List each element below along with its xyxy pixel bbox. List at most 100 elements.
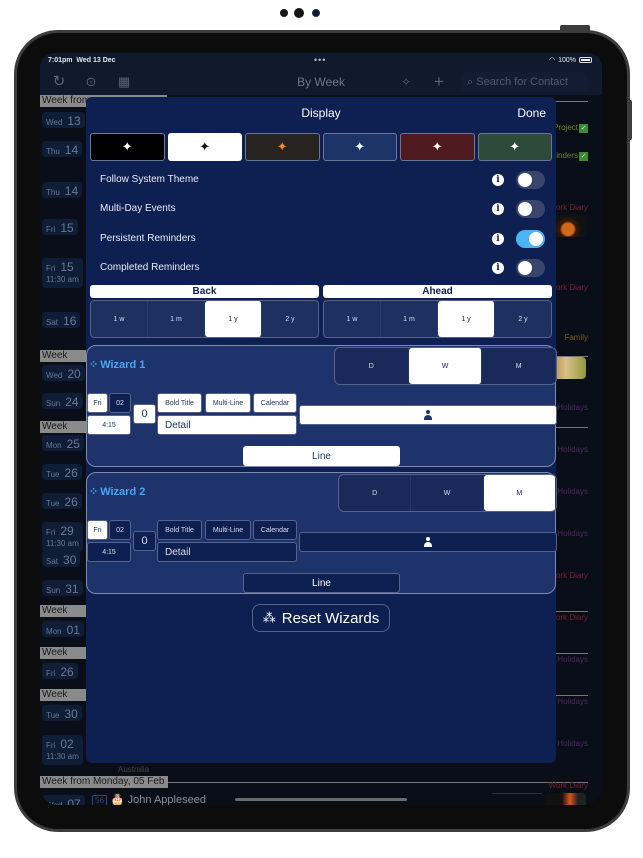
day-pill[interactable]: Tue 26 bbox=[42, 464, 82, 480]
bold-title-chip[interactable]: Bold Title bbox=[157, 393, 202, 413]
day-of-week: Tue bbox=[46, 470, 60, 479]
done-button[interactable]: Done bbox=[517, 106, 546, 120]
back-option[interactable]: 1 y bbox=[205, 301, 262, 337]
setting-toggle[interactable] bbox=[516, 259, 545, 277]
day-pill[interactable]: Tue 30 bbox=[42, 705, 82, 721]
theme-option-dark-brown[interactable]: ✦ bbox=[245, 133, 320, 161]
period-option[interactable]: D bbox=[339, 475, 412, 511]
day-of-week-chip[interactable]: Fri bbox=[87, 520, 108, 540]
event-time: 11:30 am bbox=[46, 275, 79, 284]
day-pill[interactable]: Sun 24 bbox=[42, 393, 83, 409]
period-option[interactable]: D bbox=[335, 348, 409, 384]
magic-wand-icon[interactable]: ✧ bbox=[397, 73, 415, 91]
reset-wizards-button[interactable]: ⁂ Reset Wizards bbox=[252, 604, 390, 632]
setting-toggle[interactable] bbox=[516, 230, 545, 248]
calendar-chip[interactable]: Calendar bbox=[253, 393, 297, 413]
ahead-option[interactable]: 2 y bbox=[495, 301, 551, 337]
day-pill[interactable]: Fri 29 11:30 am bbox=[42, 522, 83, 552]
setting-label: Persistent Reminders bbox=[100, 233, 196, 244]
back-option[interactable]: 1 w bbox=[91, 301, 148, 337]
day-number: 25 bbox=[66, 437, 80, 451]
multi-line-chip[interactable]: Multi-Line bbox=[205, 393, 251, 413]
count-chip[interactable]: 0 bbox=[133, 404, 156, 424]
plus-icon[interactable]: + bbox=[430, 73, 448, 91]
day-pill[interactable]: Mon 01 bbox=[42, 621, 84, 637]
info-icon[interactable]: i bbox=[492, 233, 504, 245]
back-option[interactable]: 1 m bbox=[148, 301, 205, 337]
setting-toggle[interactable] bbox=[516, 200, 545, 218]
multitasking-dots[interactable]: ••• bbox=[314, 55, 326, 65]
day-pill[interactable]: Fri 15 11:30 am bbox=[42, 258, 83, 288]
detail-chip[interactable]: Detail bbox=[157, 542, 297, 562]
day-of-week: Fri bbox=[46, 741, 56, 750]
day-pill[interactable]: Thu 14 bbox=[42, 182, 83, 198]
setting-toggle[interactable] bbox=[516, 171, 545, 189]
sparkle-star-icon: ✦ bbox=[354, 139, 366, 154]
day-pill[interactable]: Sat 30 bbox=[42, 551, 81, 567]
info-icon[interactable]: i bbox=[492, 262, 504, 274]
line-chip[interactable]: Line bbox=[243, 573, 400, 593]
setting-row: Completed Reminders i bbox=[100, 258, 546, 278]
theme-option-green[interactable]: ✦ bbox=[477, 133, 552, 161]
info-icon[interactable]: i bbox=[492, 203, 504, 215]
day-pill[interactable]: Fri 26 bbox=[42, 663, 78, 679]
week-header: Week from bbox=[40, 647, 86, 670]
ahead-option[interactable]: 1 w bbox=[324, 301, 381, 337]
theme-option-white[interactable]: ✦ bbox=[167, 133, 242, 161]
front-camera bbox=[280, 8, 326, 18]
day-pill[interactable]: Tue 26 bbox=[42, 493, 82, 509]
wizard-period-control: DWM bbox=[334, 347, 557, 385]
theme-option-black[interactable]: ✦ bbox=[90, 133, 165, 161]
count-chip[interactable]: 0 bbox=[133, 531, 156, 551]
day-pill[interactable]: Fri 02 11:30 am bbox=[42, 735, 83, 765]
detail-chip[interactable]: Detail bbox=[157, 415, 297, 435]
battery-icon bbox=[579, 57, 592, 63]
theme-option-blue[interactable]: ✦ bbox=[322, 133, 397, 161]
wizard-title-text: Wizard 2 bbox=[100, 485, 146, 498]
day-pill[interactable]: Wed 07 bbox=[42, 795, 85, 805]
week-header: Week from Monday, 05 Feb bbox=[40, 776, 168, 788]
search-input[interactable]: ⌕ Search for Contact bbox=[461, 72, 588, 92]
time-chip[interactable]: 4:15 bbox=[87, 542, 131, 562]
back-option[interactable]: 2 y bbox=[262, 301, 318, 337]
status-date: Wed 13 Dec bbox=[76, 57, 116, 64]
birthday-cake-icon: 🎂 bbox=[110, 794, 125, 805]
day-of-week-chip[interactable]: Fri bbox=[87, 393, 108, 413]
wifi-icon: ◠ bbox=[548, 57, 556, 64]
ahead-option[interactable]: 1 y bbox=[438, 301, 495, 337]
ahead-option[interactable]: 1 m bbox=[381, 301, 438, 337]
theme-picker: ✦ ✦ ✦ ✦ ✦ ✦ bbox=[90, 133, 552, 161]
bold-title-chip[interactable]: Bold Title bbox=[157, 520, 202, 540]
day-pill[interactable]: Wed 20 bbox=[42, 365, 85, 381]
info-icon[interactable]: i bbox=[492, 174, 504, 186]
contact-photo-chip[interactable] bbox=[299, 532, 557, 552]
day-pill[interactable]: Fri 15 bbox=[42, 219, 78, 235]
day-of-week: Mon bbox=[46, 441, 62, 450]
day-pill[interactable]: Wed 13 bbox=[42, 112, 85, 128]
multi-line-chip[interactable]: Multi-Line bbox=[205, 520, 251, 540]
theme-option-maroon[interactable]: ✦ bbox=[400, 133, 475, 161]
day-pill[interactable]: Sun 31 bbox=[42, 580, 83, 596]
day-number: 29 bbox=[60, 524, 74, 538]
line-chip[interactable]: Line bbox=[243, 446, 400, 466]
day-number: 26 bbox=[64, 466, 78, 480]
modal-title: Display bbox=[301, 106, 341, 120]
period-option[interactable]: W bbox=[408, 348, 483, 384]
day-of-week: Fri bbox=[46, 264, 56, 273]
calendar-chip[interactable]: Calendar bbox=[253, 520, 297, 540]
day-pill[interactable]: Thu 14 bbox=[42, 141, 83, 157]
sparkle-star-icon: ✦ bbox=[431, 139, 443, 154]
day-number-chip[interactable]: 02 bbox=[109, 393, 131, 413]
period-option[interactable]: W bbox=[411, 475, 484, 511]
birthday-event[interactable]: 56 🎂 John Appleseed bbox=[92, 793, 206, 805]
contact-photo-chip[interactable] bbox=[299, 405, 557, 425]
period-option[interactable]: M bbox=[483, 475, 556, 511]
day-pill[interactable]: Sat 16 bbox=[42, 312, 81, 328]
day-pill[interactable]: Mon 25 bbox=[42, 435, 84, 451]
wizard-panel: ⁘ Wizard 2 D W M Fri 02 4:15 0 Bold Title Multi-Li… bbox=[86, 472, 557, 594]
day-number: 14 bbox=[64, 184, 79, 198]
sparkle-star-icon: ✦ bbox=[199, 139, 211, 154]
day-number-chip[interactable]: 02 bbox=[109, 520, 131, 540]
time-chip[interactable]: 4:15 bbox=[87, 415, 131, 435]
period-option[interactable]: M bbox=[482, 348, 556, 384]
